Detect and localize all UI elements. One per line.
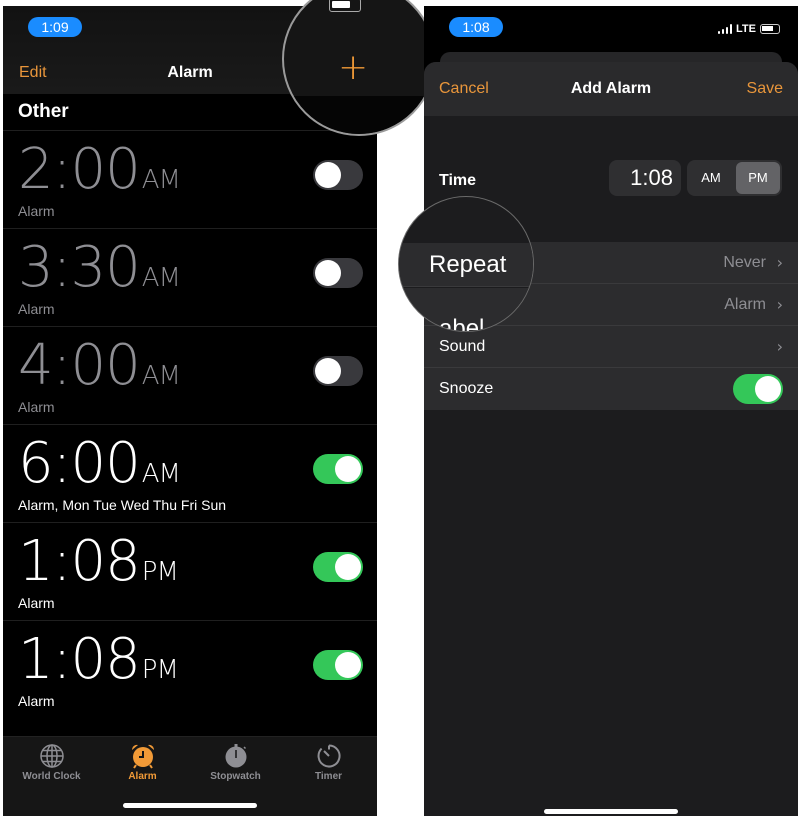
save-button[interactable]: Save (747, 80, 783, 98)
plus-icon[interactable]: + (338, 50, 368, 86)
page-title: Add Alarm (570, 80, 652, 97)
alarm-row[interactable]: 6:00AM Alarm, Mon Tue Wed Thu Fri Sun (3, 424, 377, 522)
alarm-list: 2:00AM Alarm 3:30AM Alarm 4:00AM Alarm 6… (3, 130, 377, 718)
sound-row[interactable]: Sound › (424, 326, 798, 368)
status-time: 1:09 (28, 17, 82, 37)
alarm-time-value: 1:08 (18, 529, 141, 594)
alarm-time: 2:00AM (18, 137, 181, 202)
signal-icon (717, 24, 733, 34)
magnified-repeat-label: Repeat (429, 251, 507, 278)
tab-label: Alarm (128, 771, 157, 782)
stopwatch-icon (225, 744, 246, 768)
tab-label: World Clock (22, 771, 81, 782)
alarm-time: 1:08PM (18, 627, 179, 692)
alarm-toggle[interactable] (313, 356, 363, 386)
period-segmented-control: AM PM (687, 160, 782, 196)
alarm-period: AM (141, 263, 181, 293)
alarm-label: Alarm (18, 693, 55, 709)
alarm-toggle[interactable] (313, 650, 363, 680)
tab-bar: World Clock Alarm Stopwatch Timer (3, 736, 377, 816)
time-label: Time (439, 172, 477, 189)
alarm-row[interactable]: 3:30AM Alarm (3, 228, 377, 326)
magnified-label-partial: abel (439, 315, 485, 332)
chevron-right-icon: › (776, 295, 783, 314)
home-indicator (123, 803, 257, 808)
row-label: Snooze (439, 380, 494, 397)
nav-bar: Cancel Add Alarm Save (424, 62, 798, 116)
alarm-period: AM (141, 165, 181, 195)
alarm-period: PM (141, 557, 179, 587)
alarm-label: Alarm (18, 203, 55, 219)
toggle-knob (335, 456, 361, 482)
tab-label: Timer (314, 771, 343, 782)
tab-world-clock[interactable]: World Clock (5, 743, 98, 782)
toggle-knob (315, 260, 341, 286)
tab-label: Stopwatch (210, 771, 261, 782)
network-type: LTE (736, 23, 756, 35)
alarm-toggle[interactable] (313, 160, 363, 190)
toggle-knob (335, 652, 361, 678)
alarm-period: AM (141, 459, 181, 489)
alarm-label: Alarm, Mon Tue Wed Thu Fri Sun (18, 497, 227, 513)
alarm-period: PM (141, 655, 179, 685)
toggle-knob (335, 554, 361, 580)
alarm-label: Alarm (18, 595, 55, 611)
add-alarm-screen: 1:08 LTE Cancel Add Alarm Save Time 1:08… (424, 6, 798, 816)
alarm-clock-icon (131, 744, 154, 769)
battery-icon (329, 0, 361, 12)
globe-icon (39, 744, 64, 768)
chevron-right-icon: › (776, 253, 783, 272)
alarm-label: Alarm (18, 301, 55, 317)
alarm-time-value: 6:00 (18, 431, 141, 496)
magnifier-callout: + (282, 0, 436, 136)
period-am[interactable]: AM (689, 162, 733, 194)
alarm-time-value: 3:30 (18, 235, 141, 300)
chevron-right-icon: › (776, 337, 783, 356)
status-time: 1:08 (449, 17, 503, 37)
alarm-time-value: 1:08 (18, 627, 141, 692)
magnifier-background (284, 96, 434, 134)
snooze-row: Snooze (424, 368, 798, 410)
alarm-row[interactable]: 4:00AM Alarm (3, 326, 377, 424)
row-value: Never (723, 254, 766, 271)
alarm-toggle[interactable] (313, 454, 363, 484)
alarm-row[interactable]: 1:08PM Alarm (3, 620, 377, 718)
time-picker[interactable]: 1:08 (609, 160, 681, 196)
tab-stopwatch[interactable]: Stopwatch (189, 743, 282, 782)
row-label: Sound (439, 338, 486, 355)
alarm-toggle[interactable] (313, 258, 363, 288)
row-value: Alarm (724, 296, 766, 313)
timer-icon (317, 744, 341, 768)
alarm-time: 3:30AM (18, 235, 181, 300)
alarm-row[interactable]: 1:08PM Alarm (3, 522, 377, 620)
alarm-time: 4:00AM (18, 333, 181, 398)
toggle-knob (755, 376, 781, 402)
status-icons: LTE (717, 23, 780, 35)
alarm-row[interactable]: 2:00AM Alarm (3, 130, 377, 228)
alarm-time: 1:08PM (18, 529, 179, 594)
snooze-toggle[interactable] (733, 374, 783, 404)
magnifier-callout: Repeat abel (398, 196, 534, 332)
alarm-toggle[interactable] (313, 552, 363, 582)
period-pm[interactable]: PM (736, 162, 780, 194)
alarm-time-value: 4:00 (18, 333, 141, 398)
tab-timer[interactable]: Timer (282, 743, 375, 782)
toggle-knob (315, 358, 341, 384)
home-indicator (544, 809, 678, 814)
alarm-label: Alarm (18, 399, 55, 415)
toggle-knob (315, 162, 341, 188)
alarm-time-value: 2:00 (18, 137, 141, 202)
add-alarm-sheet: Cancel Add Alarm Save Time 1:08 AM PM Re… (424, 62, 798, 816)
section-title: Other (18, 101, 69, 122)
alarm-time: 6:00AM (18, 431, 181, 496)
tab-alarm[interactable]: Alarm (96, 743, 189, 782)
battery-icon (760, 24, 780, 34)
alarm-period: AM (141, 361, 181, 391)
